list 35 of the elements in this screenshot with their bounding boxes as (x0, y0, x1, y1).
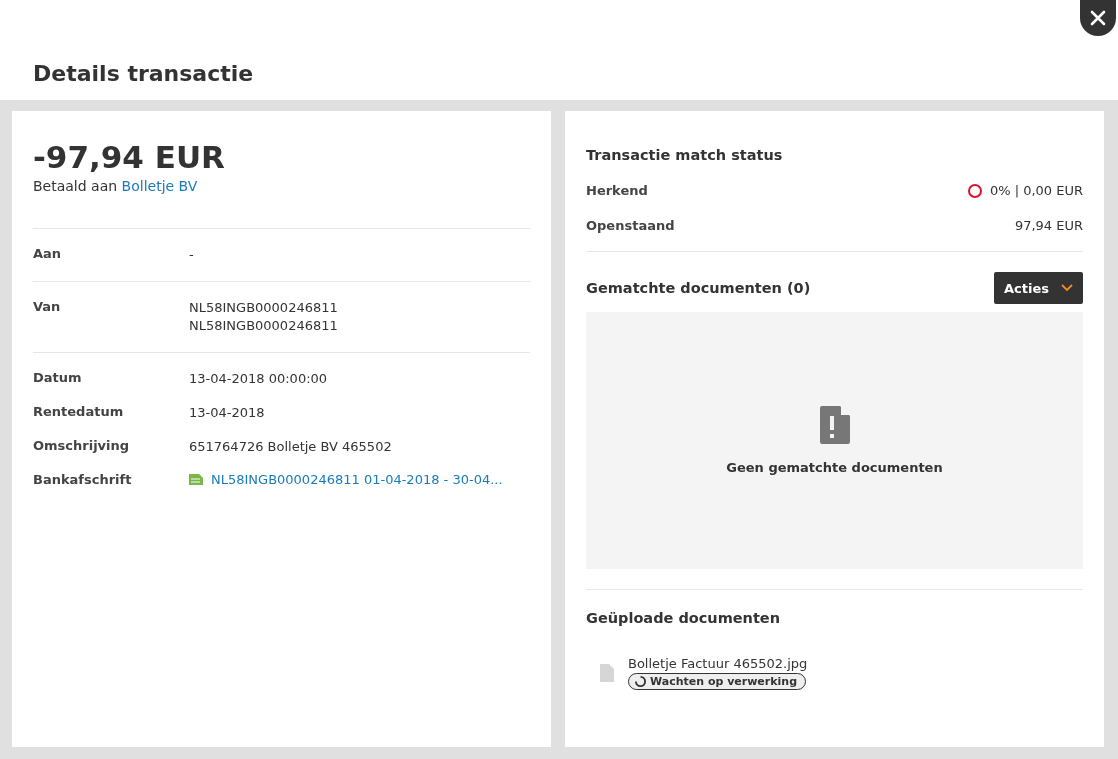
field-value: 651764726 Bolletje BV 465502 (189, 438, 393, 457)
field-label: Van (33, 299, 62, 317)
close-button[interactable] (1080, 0, 1116, 36)
status-label: Herkend (586, 183, 648, 198)
statement-link[interactable]: NL58INGB0000246811 01-04-2018 - 30-04... (189, 472, 530, 488)
field-value: 13-04-2018 (189, 404, 266, 423)
section-title: Transactie match status (586, 147, 784, 163)
file-name: Bolletje Factuur 465502.jpg (628, 656, 808, 671)
chevron-down-icon (1061, 284, 1073, 292)
status-value: 97,94 EUR (1014, 218, 1083, 233)
status-label: Openstaand (586, 218, 675, 233)
file-icon (600, 664, 614, 682)
field-value: NL58INGB0000246811 (189, 299, 339, 318)
section-title: Gematchte documenten (0) (586, 280, 811, 296)
field-label: Omschrijving (33, 438, 131, 456)
field-label: Aan (33, 246, 63, 264)
document-alert-icon (819, 406, 850, 444)
amount: -97,94 EUR (33, 139, 226, 177)
actions-button[interactable]: Acties (994, 272, 1083, 304)
field-value: NL58INGB0000246811 (189, 317, 339, 336)
empty-state-text: Geen gematchte documenten (726, 460, 943, 475)
status-value: 0% | 0,00 EUR (989, 183, 1083, 198)
field-value: 13-04-2018 00:00:00 (189, 370, 329, 389)
field-value: - (189, 246, 195, 265)
section-title: Geüploade documenten (586, 610, 782, 626)
status-badge: Wachten op verwerking (628, 673, 807, 690)
paid-to-label: Betaald aan (33, 178, 118, 195)
close-icon (1089, 9, 1107, 27)
field-label: Bankafschrift (33, 472, 133, 488)
document-icon (189, 474, 203, 486)
spinner-icon (635, 676, 646, 687)
field-label: Rentedatum (33, 404, 125, 422)
dialog-title: Details transactie (33, 61, 254, 86)
payee-link[interactable]: Bolletje BV (121, 178, 198, 195)
field-label: Datum (33, 370, 83, 388)
